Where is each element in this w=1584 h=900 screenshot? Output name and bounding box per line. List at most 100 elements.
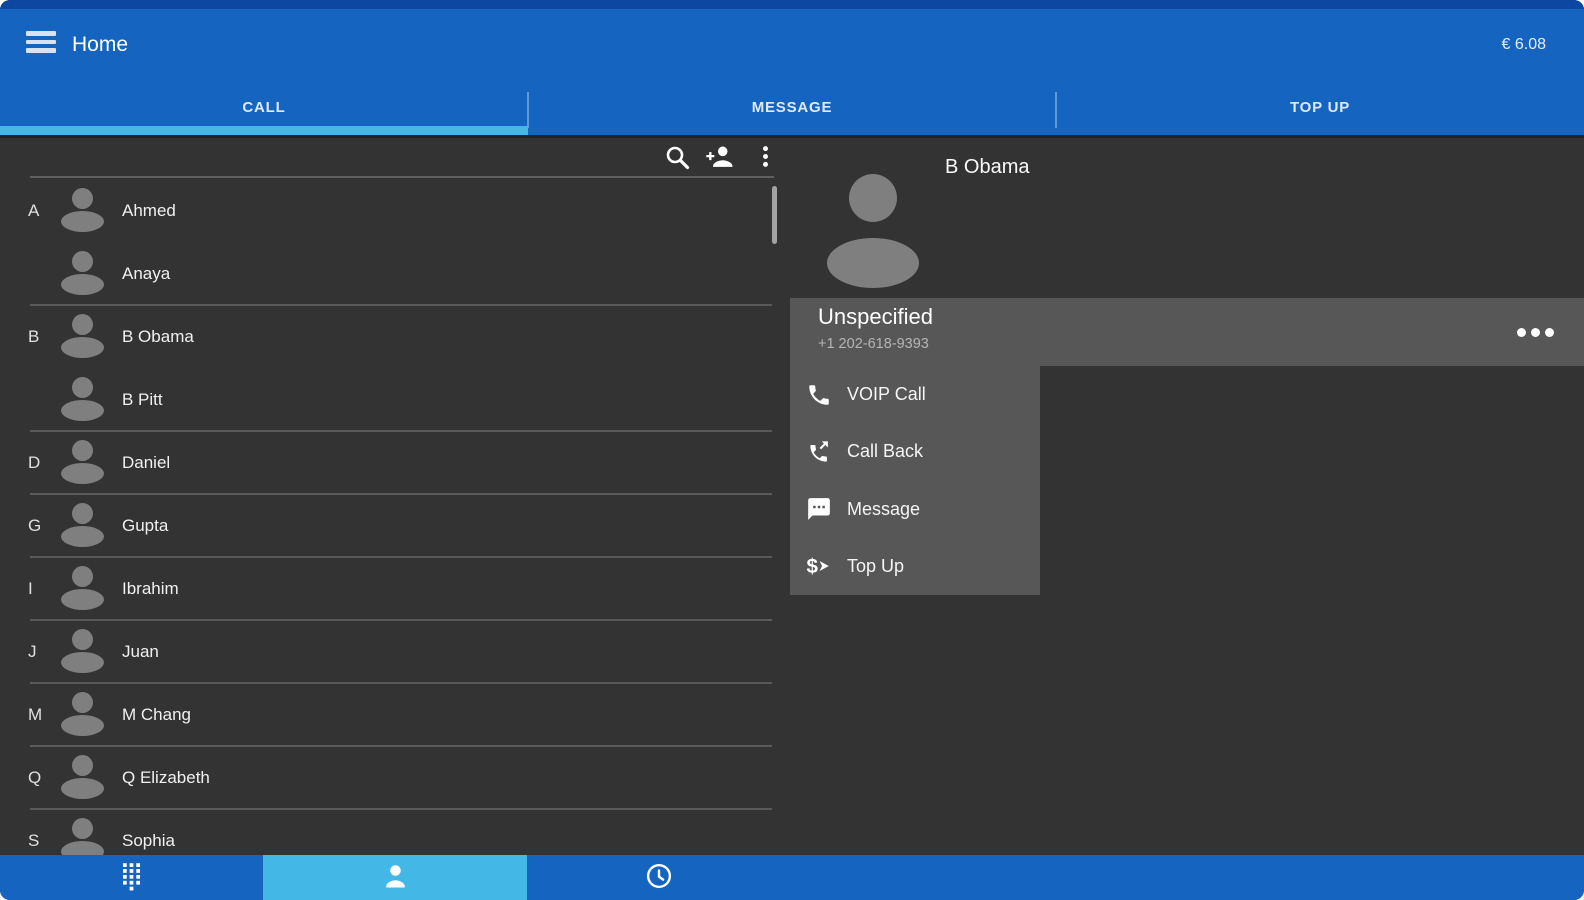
contacts-icon — [380, 861, 411, 895]
overflow-icon — [752, 143, 779, 173]
contact-avatar-icon — [60, 754, 106, 801]
contact-avatar-icon — [60, 565, 106, 612]
detail-avatar-icon — [827, 174, 919, 290]
contact-avatar-icon — [60, 250, 106, 297]
app-bar: Home € 6.08 — [0, 9, 1584, 88]
history-icon — [644, 861, 674, 894]
top-up-icon: $ — [805, 552, 833, 580]
action-label: Top Up — [847, 556, 904, 577]
nav-dialpad-button[interactable] — [0, 855, 263, 900]
contact-row[interactable]: BB Obama — [0, 305, 790, 368]
page-title: Home — [72, 9, 128, 88]
contact-row[interactable]: A Ahmed — [0, 179, 790, 242]
contact-name: Ibrahim — [122, 557, 179, 620]
contact-row[interactable]: G Gupta — [0, 494, 790, 557]
contact-row[interactable]: B Pitt — [0, 368, 790, 431]
balance-text: € 6.08 — [1502, 9, 1546, 88]
tab-bar: CALL MESSAGE TOP UP — [0, 88, 1584, 135]
bottom-nav — [0, 855, 1584, 900]
more-options-button[interactable] — [1506, 320, 1554, 344]
contact-name: Daniel — [122, 431, 170, 494]
status-bar — [0, 0, 1584, 9]
phone-number: +1 202-618-9393 — [818, 336, 929, 352]
scrollbar-thumb[interactable] — [772, 186, 777, 244]
app-screen: Home € 6.08 CALL MESSAGE TOP UP — [0, 0, 1584, 900]
group-letter: S — [28, 809, 54, 855]
contact-avatar-icon — [60, 817, 106, 855]
tab-message[interactable]: MESSAGE — [528, 88, 1056, 126]
nav-contacts-button[interactable] — [263, 855, 527, 900]
active-tab-indicator — [0, 126, 528, 135]
contact-row[interactable]: S Sophia — [0, 809, 790, 855]
contact-row[interactable]: Q Q Elizabeth — [0, 746, 790, 809]
contact-name: M Chang — [122, 683, 191, 746]
hamburger-icon — [26, 31, 56, 55]
contact-avatar-icon — [60, 502, 106, 549]
search-button[interactable] — [660, 141, 694, 175]
contact-name: Anaya — [122, 242, 170, 305]
contact-action-menu: VOIP Call Call Back Message $ Top Up — [790, 366, 1040, 595]
tab-separator — [527, 92, 529, 128]
group-letter: D — [28, 431, 54, 494]
contact-name: Sophia — [122, 809, 175, 855]
tab-call[interactable]: CALL — [0, 88, 528, 126]
contact-name: Juan — [122, 620, 159, 683]
group-letter: I — [28, 557, 54, 620]
contact-avatar-icon — [60, 628, 106, 675]
contact-row[interactable]: M M Chang — [0, 683, 790, 746]
contact-row[interactable]: J Juan — [0, 620, 790, 683]
dialpad-icon — [118, 861, 145, 895]
tab-message-label: MESSAGE — [752, 99, 833, 116]
action-item-top-up[interactable]: $ Top Up — [790, 538, 1040, 595]
voip-call-icon — [805, 381, 833, 409]
detail-contact-name: B Obama — [945, 156, 1029, 179]
contact-row[interactable]: D Daniel — [0, 431, 790, 494]
nav-history-button[interactable] — [527, 855, 790, 900]
content-area: AAhmedAnayaBB ObamaB PittDDanielGGuptaII… — [0, 135, 1584, 855]
phone-number-band: Unspecified +1 202-618-9393 — [790, 298, 1584, 366]
contact-avatar-icon — [60, 187, 106, 234]
contact-row[interactable]: I Ibrahim — [0, 557, 790, 620]
contact-group: G Gupta — [0, 494, 790, 557]
menu-button[interactable] — [24, 26, 60, 60]
contact-name: B Obama — [122, 305, 194, 368]
group-letter: Q — [28, 746, 54, 809]
tab-separator — [1055, 92, 1057, 128]
group-letter: G — [28, 494, 54, 557]
add-contact-icon — [704, 141, 735, 175]
tab-call-label: CALL — [242, 99, 285, 116]
tab-top-up-label: TOP UP — [1290, 99, 1350, 116]
contact-name: Q Elizabeth — [122, 746, 210, 809]
contact-group: Q Q Elizabeth — [0, 746, 790, 809]
action-label: Call Back — [847, 441, 923, 462]
action-item-voip-call[interactable]: VOIP Call — [790, 366, 1040, 423]
contact-group: D Daniel — [0, 431, 790, 494]
toolbar-divider — [30, 176, 774, 178]
action-item-message[interactable]: Message — [790, 481, 1040, 538]
add-contact-button[interactable] — [702, 141, 736, 175]
contact-name: Gupta — [122, 494, 168, 557]
action-label: Message — [847, 499, 920, 520]
contact-avatar-icon — [60, 313, 106, 360]
contact-group: A AhmedAnaya — [0, 179, 790, 305]
contact-detail-pane: B Obama Unspecified +1 202-618-9393 VOIP… — [790, 135, 1584, 855]
call-back-icon — [805, 438, 833, 466]
action-item-call-back[interactable]: Call Back — [790, 423, 1040, 480]
contact-row[interactable]: Anaya — [0, 242, 790, 305]
action-label: VOIP Call — [847, 384, 926, 405]
contact-group: J Juan — [0, 620, 790, 683]
search-icon — [663, 143, 691, 174]
svg-text:$: $ — [807, 555, 819, 578]
contact-avatar-icon — [60, 691, 106, 738]
contact-avatar-icon — [60, 376, 106, 423]
contact-group: S Sophia — [0, 809, 790, 855]
contact-list: AAhmedAnayaBB ObamaB PittDDanielGGuptaII… — [0, 179, 790, 855]
group-letter: A — [28, 179, 54, 242]
overflow-button[interactable] — [748, 141, 782, 175]
number-type-label: Unspecified — [818, 304, 933, 330]
group-letter: M — [28, 683, 54, 746]
more-horizontal-icon — [1517, 328, 1554, 337]
tab-top-up[interactable]: TOP UP — [1056, 88, 1584, 126]
contact-name: Ahmed — [122, 179, 176, 242]
group-letter: J — [28, 620, 54, 683]
